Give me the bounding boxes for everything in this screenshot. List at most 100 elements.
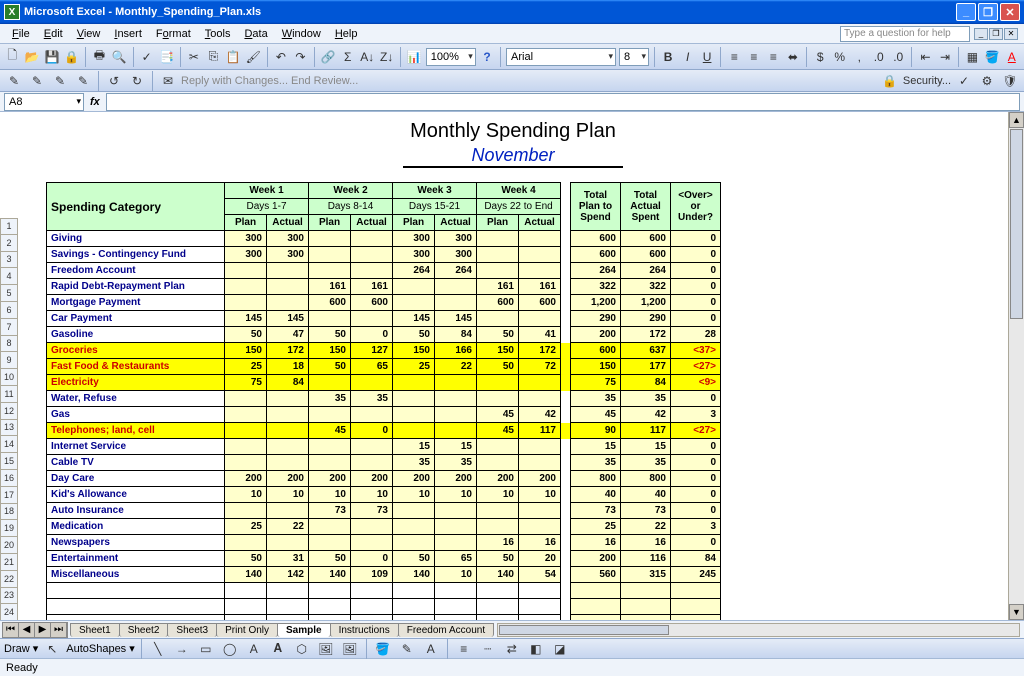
picture-icon[interactable]: 🖼 xyxy=(340,639,360,659)
sheet-tab[interactable]: Sheet1 xyxy=(70,623,120,637)
table-row[interactable]: Giving3003003003006006000 xyxy=(47,231,721,247)
cell-plan[interactable] xyxy=(225,599,267,615)
cell-actual[interactable]: 41 xyxy=(519,327,561,343)
cell-total-plan[interactable] xyxy=(571,599,621,615)
row-header[interactable]: 14 xyxy=(0,436,18,453)
cell-plan[interactable] xyxy=(477,391,519,407)
cell-actual[interactable]: 20 xyxy=(519,551,561,567)
row-header[interactable]: 8 xyxy=(0,336,18,353)
table-row[interactable]: Savings - Contingency Fund30030030030060… xyxy=(47,247,721,263)
cell-total-plan[interactable]: 75 xyxy=(571,375,621,391)
cell-actual[interactable] xyxy=(267,535,309,551)
sort-desc-icon[interactable]: Z↓ xyxy=(378,47,395,67)
cell-plan[interactable]: 10 xyxy=(309,487,351,503)
draw-menu[interactable]: Draw ▾ xyxy=(4,642,38,655)
cell-plan[interactable]: 50 xyxy=(393,551,435,567)
cell-category[interactable]: Savings - Contingency Fund xyxy=(47,247,225,263)
cell-actual[interactable] xyxy=(435,535,477,551)
cell-actual[interactable] xyxy=(351,231,393,247)
cell-total-actual[interactable]: 322 xyxy=(621,279,671,295)
cell-actual[interactable]: 10 xyxy=(435,487,477,503)
cell-actual[interactable] xyxy=(267,407,309,423)
menu-data[interactable]: Data xyxy=(238,26,273,42)
cell-actual[interactable]: 15 xyxy=(435,439,477,455)
cell-actual[interactable]: 300 xyxy=(267,247,309,263)
row-header[interactable]: 5 xyxy=(0,285,18,302)
cell-plan[interactable]: 145 xyxy=(225,311,267,327)
minimize-button[interactable]: _ xyxy=(956,3,976,21)
line-color-icon[interactable]: ✎ xyxy=(397,639,417,659)
cell-plan[interactable]: 161 xyxy=(309,279,351,295)
cell-over-under[interactable]: 0 xyxy=(671,391,721,407)
cell-plan[interactable]: 50 xyxy=(309,551,351,567)
row-header[interactable]: 9 xyxy=(0,352,18,369)
cell-total-actual[interactable]: 315 xyxy=(621,567,671,583)
clipart-icon[interactable]: 🖼 xyxy=(316,639,336,659)
cell-category[interactable]: Auto Insurance xyxy=(47,503,225,519)
cell-actual[interactable] xyxy=(351,615,393,621)
review-nav-icon[interactable]: ↺ xyxy=(104,71,124,91)
cell-actual[interactable]: 300 xyxy=(267,231,309,247)
row-header[interactable]: 21 xyxy=(0,554,18,571)
cell-plan[interactable]: 50 xyxy=(309,327,351,343)
cell-total-plan[interactable]: 600 xyxy=(571,247,621,263)
table-row[interactable]: Fast Food & Restaurants25185065252250721… xyxy=(47,359,721,375)
cell-plan[interactable]: 50 xyxy=(225,551,267,567)
cell-plan[interactable] xyxy=(309,375,351,391)
cell-category[interactable]: Mortgage Payment xyxy=(47,295,225,311)
cell-plan[interactable]: 35 xyxy=(309,391,351,407)
security-icon4[interactable]: 🛡 xyxy=(1000,71,1020,91)
cell-plan[interactable] xyxy=(477,311,519,327)
cell-plan[interactable] xyxy=(225,295,267,311)
row-header[interactable]: 17 xyxy=(0,487,18,504)
menu-format[interactable]: Format xyxy=(150,26,197,42)
cell-plan[interactable]: 50 xyxy=(225,327,267,343)
decrease-decimal-icon[interactable]: .0 xyxy=(890,47,907,67)
cell-total-plan[interactable]: 45 xyxy=(571,407,621,423)
cell-plan[interactable] xyxy=(309,599,351,615)
cell-actual[interactable]: 31 xyxy=(267,551,309,567)
hyperlink-icon[interactable]: 🔗 xyxy=(320,47,337,67)
cell-actual[interactable] xyxy=(435,407,477,423)
table-row[interactable] xyxy=(47,583,721,599)
research-icon[interactable]: 📑 xyxy=(158,47,175,67)
table-row[interactable]: Cable TV353535350 xyxy=(47,455,721,471)
cell-actual[interactable] xyxy=(267,583,309,599)
save-icon[interactable]: 💾 xyxy=(43,47,60,67)
cell-actual[interactable] xyxy=(435,391,477,407)
cell-actual[interactable] xyxy=(351,247,393,263)
cell-actual[interactable]: 145 xyxy=(435,311,477,327)
cell-plan[interactable]: 140 xyxy=(225,567,267,583)
cell-plan[interactable] xyxy=(309,407,351,423)
cell-total-actual[interactable]: 35 xyxy=(621,455,671,471)
cell-actual[interactable] xyxy=(519,231,561,247)
cell-plan[interactable]: 200 xyxy=(309,471,351,487)
cell-actual[interactable]: 10 xyxy=(267,487,309,503)
send-mail-icon[interactable]: ✉ xyxy=(158,71,178,91)
cell-actual[interactable] xyxy=(351,439,393,455)
cell-category[interactable] xyxy=(47,599,225,615)
italic-icon[interactable]: I xyxy=(679,47,696,67)
reply-changes-button[interactable]: Reply with Changes... xyxy=(181,75,288,87)
cell-actual[interactable] xyxy=(267,423,309,439)
cell-actual[interactable]: 65 xyxy=(435,551,477,567)
formula-input[interactable] xyxy=(106,93,1020,111)
cell-actual[interactable]: 142 xyxy=(267,567,309,583)
cell-total-actual[interactable]: 73 xyxy=(621,503,671,519)
cell-actual[interactable] xyxy=(519,391,561,407)
fx-icon[interactable]: fx xyxy=(84,96,106,108)
cell-plan[interactable] xyxy=(477,439,519,455)
cell-plan[interactable]: 15 xyxy=(393,439,435,455)
cell-total-actual[interactable]: 117 xyxy=(621,423,671,439)
table-row[interactable] xyxy=(47,615,721,621)
row-header[interactable]: 1 xyxy=(0,218,18,235)
permission-icon[interactable]: 🔒 xyxy=(63,47,80,67)
scroll-up-icon[interactable]: ▲ xyxy=(1009,112,1024,128)
cell-actual[interactable] xyxy=(351,407,393,423)
row-header[interactable]: 19 xyxy=(0,520,18,537)
cell-actual[interactable]: 145 xyxy=(267,311,309,327)
cell-plan[interactable]: 140 xyxy=(393,567,435,583)
cell-category[interactable]: Freedom Account xyxy=(47,263,225,279)
cell-actual[interactable]: 54 xyxy=(519,567,561,583)
3d-icon[interactable]: ◪ xyxy=(550,639,570,659)
